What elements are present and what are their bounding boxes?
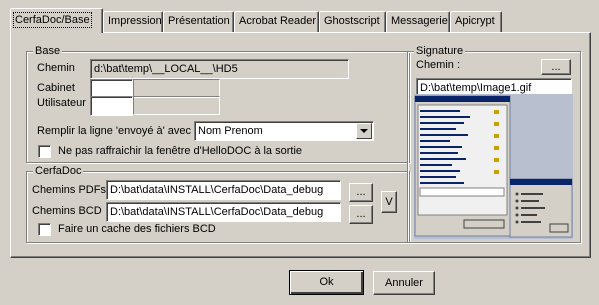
tab-presentation[interactable]: Présentation: [163, 11, 234, 32]
tab-label: Impression: [108, 15, 162, 27]
v-button[interactable]: V: [381, 191, 397, 213]
utilisateur-label: Utilisateur: [37, 97, 86, 109]
tab-label: Acrobat Reader: [239, 15, 317, 27]
tab-label: Messagerie: [391, 15, 448, 27]
ok-button[interactable]: Ok: [289, 270, 364, 295]
signature-image-preview: [414, 94, 573, 239]
no-refresh-checkbox[interactable]: [38, 145, 51, 158]
cancel-button[interactable]: Annuler: [373, 271, 435, 295]
utilisateur-field[interactable]: [90, 96, 133, 116]
tab-messagerie[interactable]: Messagerie: [386, 11, 450, 32]
tab-label: Ghostscript: [324, 15, 380, 27]
utilisateur-extent: [133, 96, 220, 115]
remplir-label: Remplir la ligne 'envoyé à' avec: [37, 125, 191, 137]
chemin-field[interactable]: d:\bat\temp\__LOCAL__\HD5: [90, 59, 349, 79]
bcd-label: Chemins BCD: [32, 205, 102, 217]
preview-thumbnail-icon: [414, 94, 573, 239]
tab-label: Apicrypt: [455, 15, 495, 27]
tab-cerfadoc-base[interactable]: CerfaDoc/Base: [10, 8, 103, 33]
tab-ghostscript[interactable]: Ghostscript: [319, 11, 386, 32]
remplir-selected-value: Nom Prenom: [198, 125, 263, 137]
bcd-cache-checkbox[interactable]: [38, 223, 51, 236]
chemin-label: Chemin: [37, 62, 75, 74]
signature-browse-button[interactable]: ...: [541, 59, 571, 75]
tab-panel: Base Chemin d:\bat\temp\__LOCAL__\HD5 Ca…: [10, 32, 591, 258]
pdfs-field[interactable]: D:\bat\data\INSTALL\CerfaDoc\Data_debug: [106, 180, 341, 200]
cerfadoc-legend: CerfaDoc: [33, 165, 84, 177]
remplir-select[interactable]: Nom Prenom: [194, 121, 374, 141]
bcd-browse-button[interactable]: ...: [349, 205, 373, 224]
cabinet-label: Cabinet: [37, 82, 75, 94]
chevron-down-icon[interactable]: [356, 123, 372, 139]
tab-apicrypt[interactable]: Apicrypt: [450, 11, 502, 32]
tab-acrobat-reader[interactable]: Acrobat Reader: [234, 11, 319, 32]
bcd-field[interactable]: D:\bat\data\INSTALL\CerfaDoc\Data_debug: [106, 202, 341, 222]
no-refresh-label: Ne pas raffraichir la fenêtre d'HelloDOC…: [58, 145, 303, 157]
signature-chemin-label: Chemin :: [416, 59, 461, 71]
pdfs-label: Chemins PDFs: [32, 184, 106, 196]
bcd-cache-label: Faire un cache des fichiers BCD: [58, 223, 216, 235]
tab-label: CerfaDoc/Base: [13, 12, 92, 28]
tab-label: Présentation: [168, 15, 230, 27]
pdfs-browse-button[interactable]: ...: [349, 183, 373, 202]
signature-legend: Signature: [414, 45, 466, 57]
base-legend: Base: [33, 45, 63, 57]
tab-impression[interactable]: Impression: [103, 11, 163, 32]
